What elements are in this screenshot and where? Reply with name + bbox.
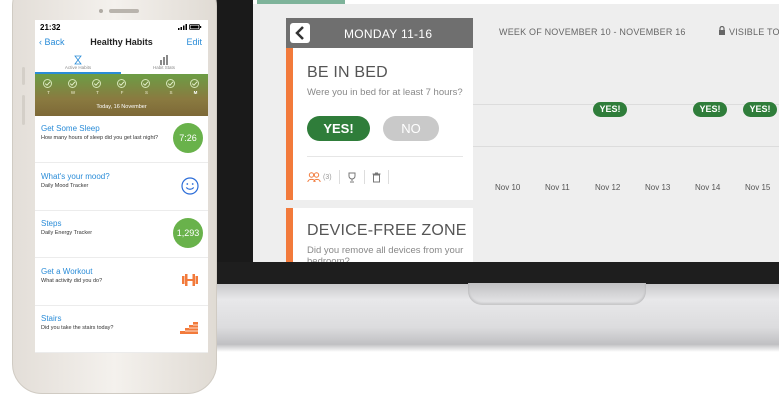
habit-title: BE IN BED [307, 64, 388, 81]
stairs-icon[interactable] [179, 319, 199, 340]
habit-row-subtitle: Did you take the stairs today? [41, 325, 114, 331]
day-check-icon[interactable] [67, 79, 77, 88]
habit-row[interactable]: Stairs Did you take the stairs today? [35, 306, 208, 353]
habit-row[interactable]: Get Some Sleep How many hours of sleep di… [35, 116, 208, 163]
day-check-icon[interactable] [43, 79, 52, 88]
habit-row-subtitle: Daily Energy Tracker [41, 230, 93, 236]
chart-yes-mark[interactable]: YES! [693, 102, 727, 117]
day-check-icon[interactable] [141, 79, 150, 88]
nav-title: Healthy Habits [90, 37, 153, 47]
habit-history-chart: Nov 10 Nov 11 Nov 12 YES! Nov 13 Nov 14 YES! No… [473, 48, 779, 200]
phone-device: 21:32 ‹ Back Healthy Habits Edit Active … [12, 0, 217, 394]
grid-line [473, 146, 779, 147]
trophy-icon[interactable] [347, 172, 357, 183]
lock-icon [719, 26, 725, 35]
yes-button[interactable]: YES! [307, 116, 370, 141]
card-actions: (3) [307, 169, 396, 185]
habit-row-subtitle: What activity did you do? [41, 277, 103, 284]
day-letter: F [120, 90, 124, 95]
day-letter: S [169, 90, 173, 95]
habit-row-title: What's your mood? [41, 171, 110, 181]
habit-row-subtitle: Daily Mood Tracker [41, 182, 89, 189]
battery-icon [189, 24, 202, 30]
habit-row[interactable]: What's your mood? Daily Mood Tracker [35, 164, 208, 211]
card-divider [307, 156, 463, 157]
day-check-icon[interactable] [116, 79, 126, 88]
phone-camera [99, 9, 103, 13]
back-button[interactable] [290, 23, 310, 43]
laptop-notch [468, 283, 646, 305]
action-separator [387, 170, 389, 184]
chart-date-label: Nov 14 [695, 183, 721, 192]
laptop-hinge [160, 262, 779, 284]
habit-question: Were you in bed for at least 7 hours? [307, 87, 463, 98]
habit-value-badge[interactable]: 1,293 [173, 218, 203, 248]
chevron-left-icon [295, 26, 304, 40]
habit-row-title: Stairs [41, 314, 62, 323]
edit-button[interactable]: Edit [186, 37, 202, 47]
tab-label: Habit Stats [152, 65, 175, 70]
action-separator [363, 170, 365, 184]
hourglass-icon [74, 55, 82, 65]
signal-icon [177, 24, 187, 30]
day-check-icon[interactable] [190, 79, 199, 88]
tab-active-habits[interactable]: Active Habits [35, 52, 121, 72]
phone-side-button [22, 67, 25, 85]
tab-label: Active Habits [64, 65, 92, 70]
day-letter: M [193, 90, 198, 95]
people-count: (3) [323, 173, 332, 181]
day-letter: S [144, 90, 148, 95]
habit-question: Did you remove all devices from your bed… [307, 245, 464, 262]
status-time: 21:32 [40, 23, 61, 32]
day-letter: T [96, 90, 99, 95]
chart-yes-mark[interactable]: YES! [593, 102, 627, 117]
day-check-icon[interactable] [165, 79, 175, 88]
today-label: Today, 16 November [96, 104, 147, 110]
top-strip-accent [257, 0, 345, 4]
phone-side-button [22, 95, 25, 125]
habit-row-subtitle: How many hours of sleep did you get last… [41, 135, 159, 141]
chart-date-label: Nov 11 [545, 183, 570, 192]
chart-date-label: Nov 13 [645, 183, 671, 192]
habit-row[interactable]: Get a Workout What activity did you do? [35, 259, 208, 306]
smiley-icon[interactable] [181, 176, 199, 200]
no-button[interactable]: NO [383, 116, 439, 141]
habit-title: DEVICE-FREE ZONE [307, 222, 467, 239]
visibility-label[interactable]: VISIBLE TO YO [729, 27, 779, 37]
habit-value-badge[interactable]: 7:26 [173, 123, 203, 153]
habit-row-title: Get a Workout [41, 266, 93, 276]
habit-row-title: Steps [41, 219, 62, 228]
day-letter: T [47, 90, 50, 95]
people-icon[interactable] [307, 171, 321, 183]
phone-speaker [109, 9, 139, 13]
chart-date-label: Nov 15 [745, 183, 771, 192]
day-letter: W [70, 90, 76, 95]
bar-chart-icon [160, 55, 168, 65]
action-separator [338, 170, 340, 184]
habit-row-title: Get Some Sleep [41, 124, 100, 133]
status-icons [177, 23, 202, 32]
day-check-icon[interactable] [92, 79, 101, 88]
laptop-shadow [190, 344, 779, 352]
habit-row[interactable]: Steps Daily Energy Tracker 1,293 [35, 211, 208, 258]
trash-icon[interactable] [372, 172, 381, 183]
status-bar: 21:32 [35, 20, 208, 34]
day-header: MONDAY 11-16 [286, 18, 473, 48]
tab-bar: Active Habits Habit Stats [35, 52, 208, 72]
habit-card-be-in-bed: BE IN BED Were you in bed for at least 7… [286, 48, 473, 200]
chart-date-label: Nov 12 [595, 183, 621, 192]
habit-card-device-free-zone: DEVICE-FREE ZONE Did you remove all devi… [286, 208, 473, 262]
nav-bar: ‹ Back Healthy Habits Edit [35, 34, 208, 52]
tab-habit-stats[interactable]: Habit Stats [121, 52, 207, 72]
phone-screen: 21:32 ‹ Back Healthy Habits Edit Active … [35, 20, 208, 353]
week-strip: T W T F S S M Today, 16 November [35, 74, 208, 116]
week-label: WEEK OF NOVEMBER 10 - NOVEMBER 16 [499, 27, 686, 37]
day-title: MONDAY 11-16 [344, 27, 433, 41]
chart-date-label: Nov 10 [495, 183, 521, 192]
desktop-screen: MONDAY 11-16 WEEK OF NOVEMBER 10 - NOVEM… [253, 0, 779, 262]
dumbbell-icon[interactable] [181, 272, 199, 293]
chart-yes-mark[interactable]: YES! [743, 102, 777, 117]
